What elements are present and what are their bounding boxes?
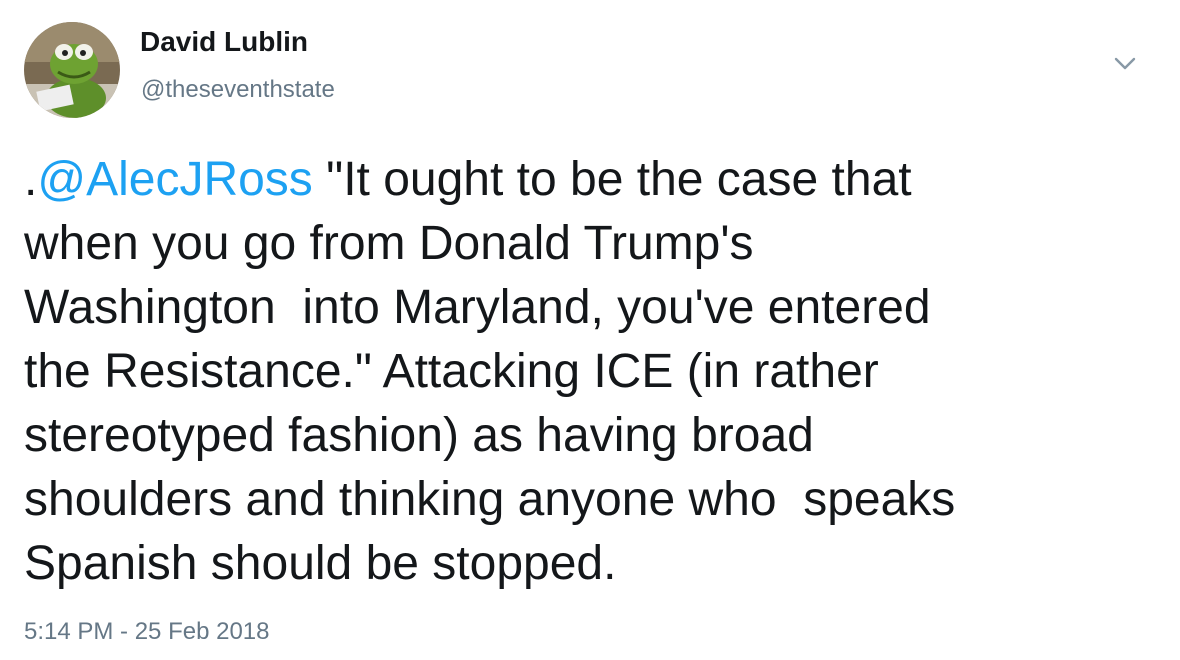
tweet-card: David Lublin @theseventhstate .@AlecJRos… [0,0,1180,660]
mention-link[interactable]: @AlecJRoss [37,153,312,206]
tweet-text: .@AlecJRoss "It ought to be the case tha… [24,148,1144,596]
avatar[interactable] [24,22,120,118]
author-display-name[interactable]: David Lublin [140,26,308,58]
tweet-menu-button[interactable] [1110,50,1140,76]
tweet-text-body: "It ought to be the case that when you g… [24,153,956,590]
author-handle[interactable]: @theseventhstate [141,76,335,104]
chevron-down-icon [1114,57,1136,70]
tweet-timestamp[interactable]: 5:14 PM - 25 Feb 2018 [24,618,269,646]
tweet-text-prefix: . [24,153,38,206]
kermit-avatar-icon [24,22,120,118]
